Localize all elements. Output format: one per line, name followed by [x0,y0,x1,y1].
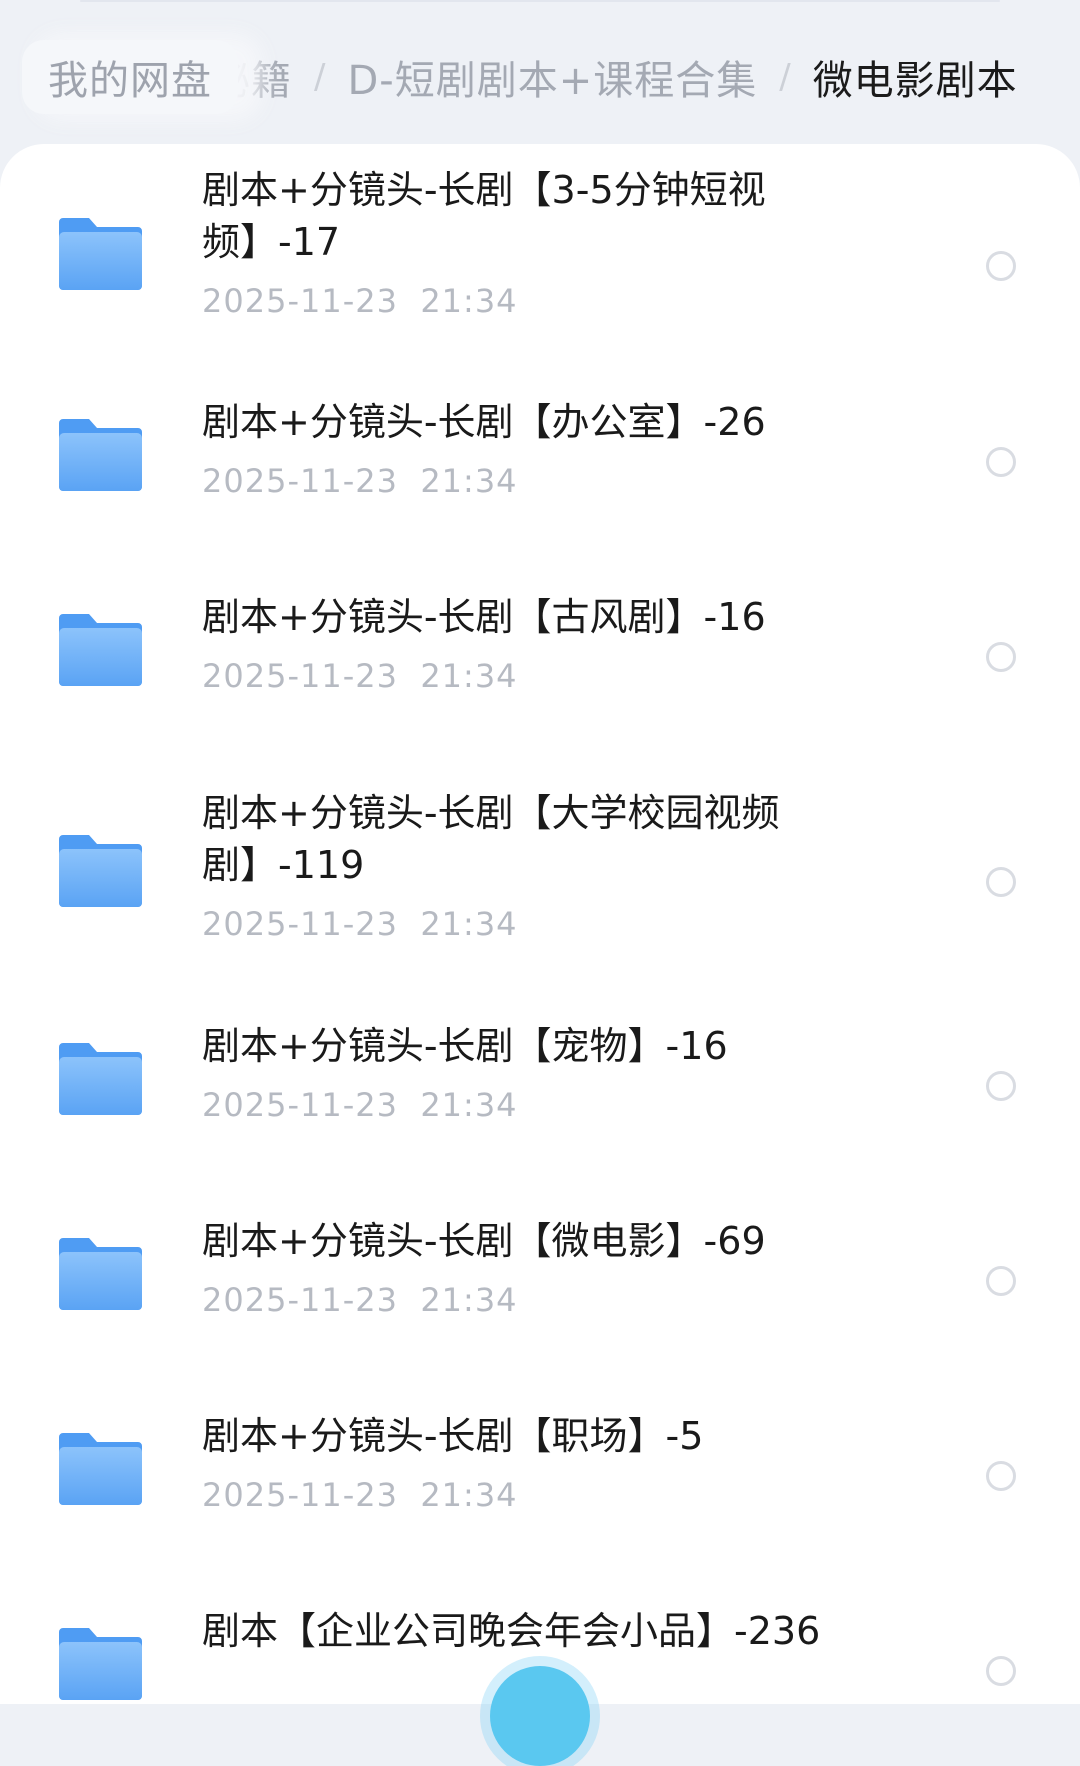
radio-unchecked-icon[interactable] [986,642,1016,672]
file-text: 剧本+分镜头-长剧【大学校园视频剧】-119 2025-11-23 21:34 [202,787,842,943]
folder-icon [59,1628,142,1700]
file-text: 剧本+分镜头-长剧【3-5分钟短视频】-17 2025-11-23 21:34 [202,164,842,320]
breadcrumb-separator: / [314,57,326,97]
file-list-panel: 剧本+分镜头-长剧【3-5分钟短视频】-17 2025-11-23 21:34 … [0,144,1080,1704]
file-date: 2025-11-23 21:34 [202,905,518,943]
file-name: 剧本【企业公司晚会年会小品】-236 [202,1609,821,1653]
file-text: 剧本+分镜头-长剧【微电影】-69 2025-11-23 21:34 [202,1215,842,1319]
folder-icon [59,835,142,907]
file-date: 2025-11-23 21:34 [202,282,518,320]
radio-unchecked-icon[interactable] [986,447,1016,477]
file-name: 剧本+分镜头-长剧【职场】-5 [202,1414,704,1458]
folder-icon [59,1238,142,1310]
radio-unchecked-icon[interactable] [986,1656,1016,1686]
file-date: 2025-11-23 21:34 [202,1281,518,1319]
top-edge-divider [80,0,1000,2]
folder-icon [59,1043,142,1115]
file-text: 剧本【企业公司晚会年会小品】-236 [202,1605,842,1671]
file-name: 剧本+分镜头-长剧【宠物】-16 [202,1024,728,1068]
file-date: 2025-11-23 21:34 [202,1086,518,1124]
breadcrumb-track: 秘籍 / D-短剧剧本+课程合集 / 微电影剧本 [210,34,1018,120]
radio-unchecked-icon[interactable] [986,1266,1016,1296]
radio-unchecked-icon[interactable] [986,251,1016,281]
file-date: 2025-11-23 21:34 [202,462,518,500]
file-name: 剧本+分镜头-长剧【微电影】-69 [202,1219,766,1263]
file-text: 剧本+分镜头-长剧【职场】-5 2025-11-23 21:34 [202,1410,842,1514]
file-name: 剧本+分镜头-长剧【3-5分钟短视频】-17 [202,168,766,264]
file-name: 剧本+分镜头-长剧【古风剧】-16 [202,595,766,639]
breadcrumb-root-my-drive[interactable]: 我的网盘 [22,40,238,114]
folder-icon [59,218,142,290]
breadcrumb-item-current: 微电影剧本 [812,58,1018,104]
file-name: 剧本+分镜头-长剧【大学校园视频剧】-119 [202,791,780,887]
radio-unchecked-icon[interactable] [986,1071,1016,1101]
file-text: 剧本+分镜头-长剧【宠物】-16 2025-11-23 21:34 [202,1020,842,1124]
floating-action-button[interactable] [490,1666,590,1766]
folder-icon [59,1433,142,1505]
file-text: 剧本+分镜头-长剧【办公室】-26 2025-11-23 21:34 [202,396,842,500]
file-text: 剧本+分镜头-长剧【古风剧】-16 2025-11-23 21:34 [202,591,842,695]
radio-unchecked-icon[interactable] [986,867,1016,897]
breadcrumb-separator: / [779,57,791,97]
breadcrumb-item-collection[interactable]: D-短剧剧本+课程合集 [347,48,757,106]
file-date: 2025-11-23 21:34 [202,1476,518,1514]
file-name: 剧本+分镜头-长剧【办公室】-26 [202,400,766,444]
radio-unchecked-icon[interactable] [986,1461,1016,1491]
folder-icon [59,614,142,686]
folder-icon [59,419,142,491]
file-date: 2025-11-23 21:34 [202,657,518,695]
